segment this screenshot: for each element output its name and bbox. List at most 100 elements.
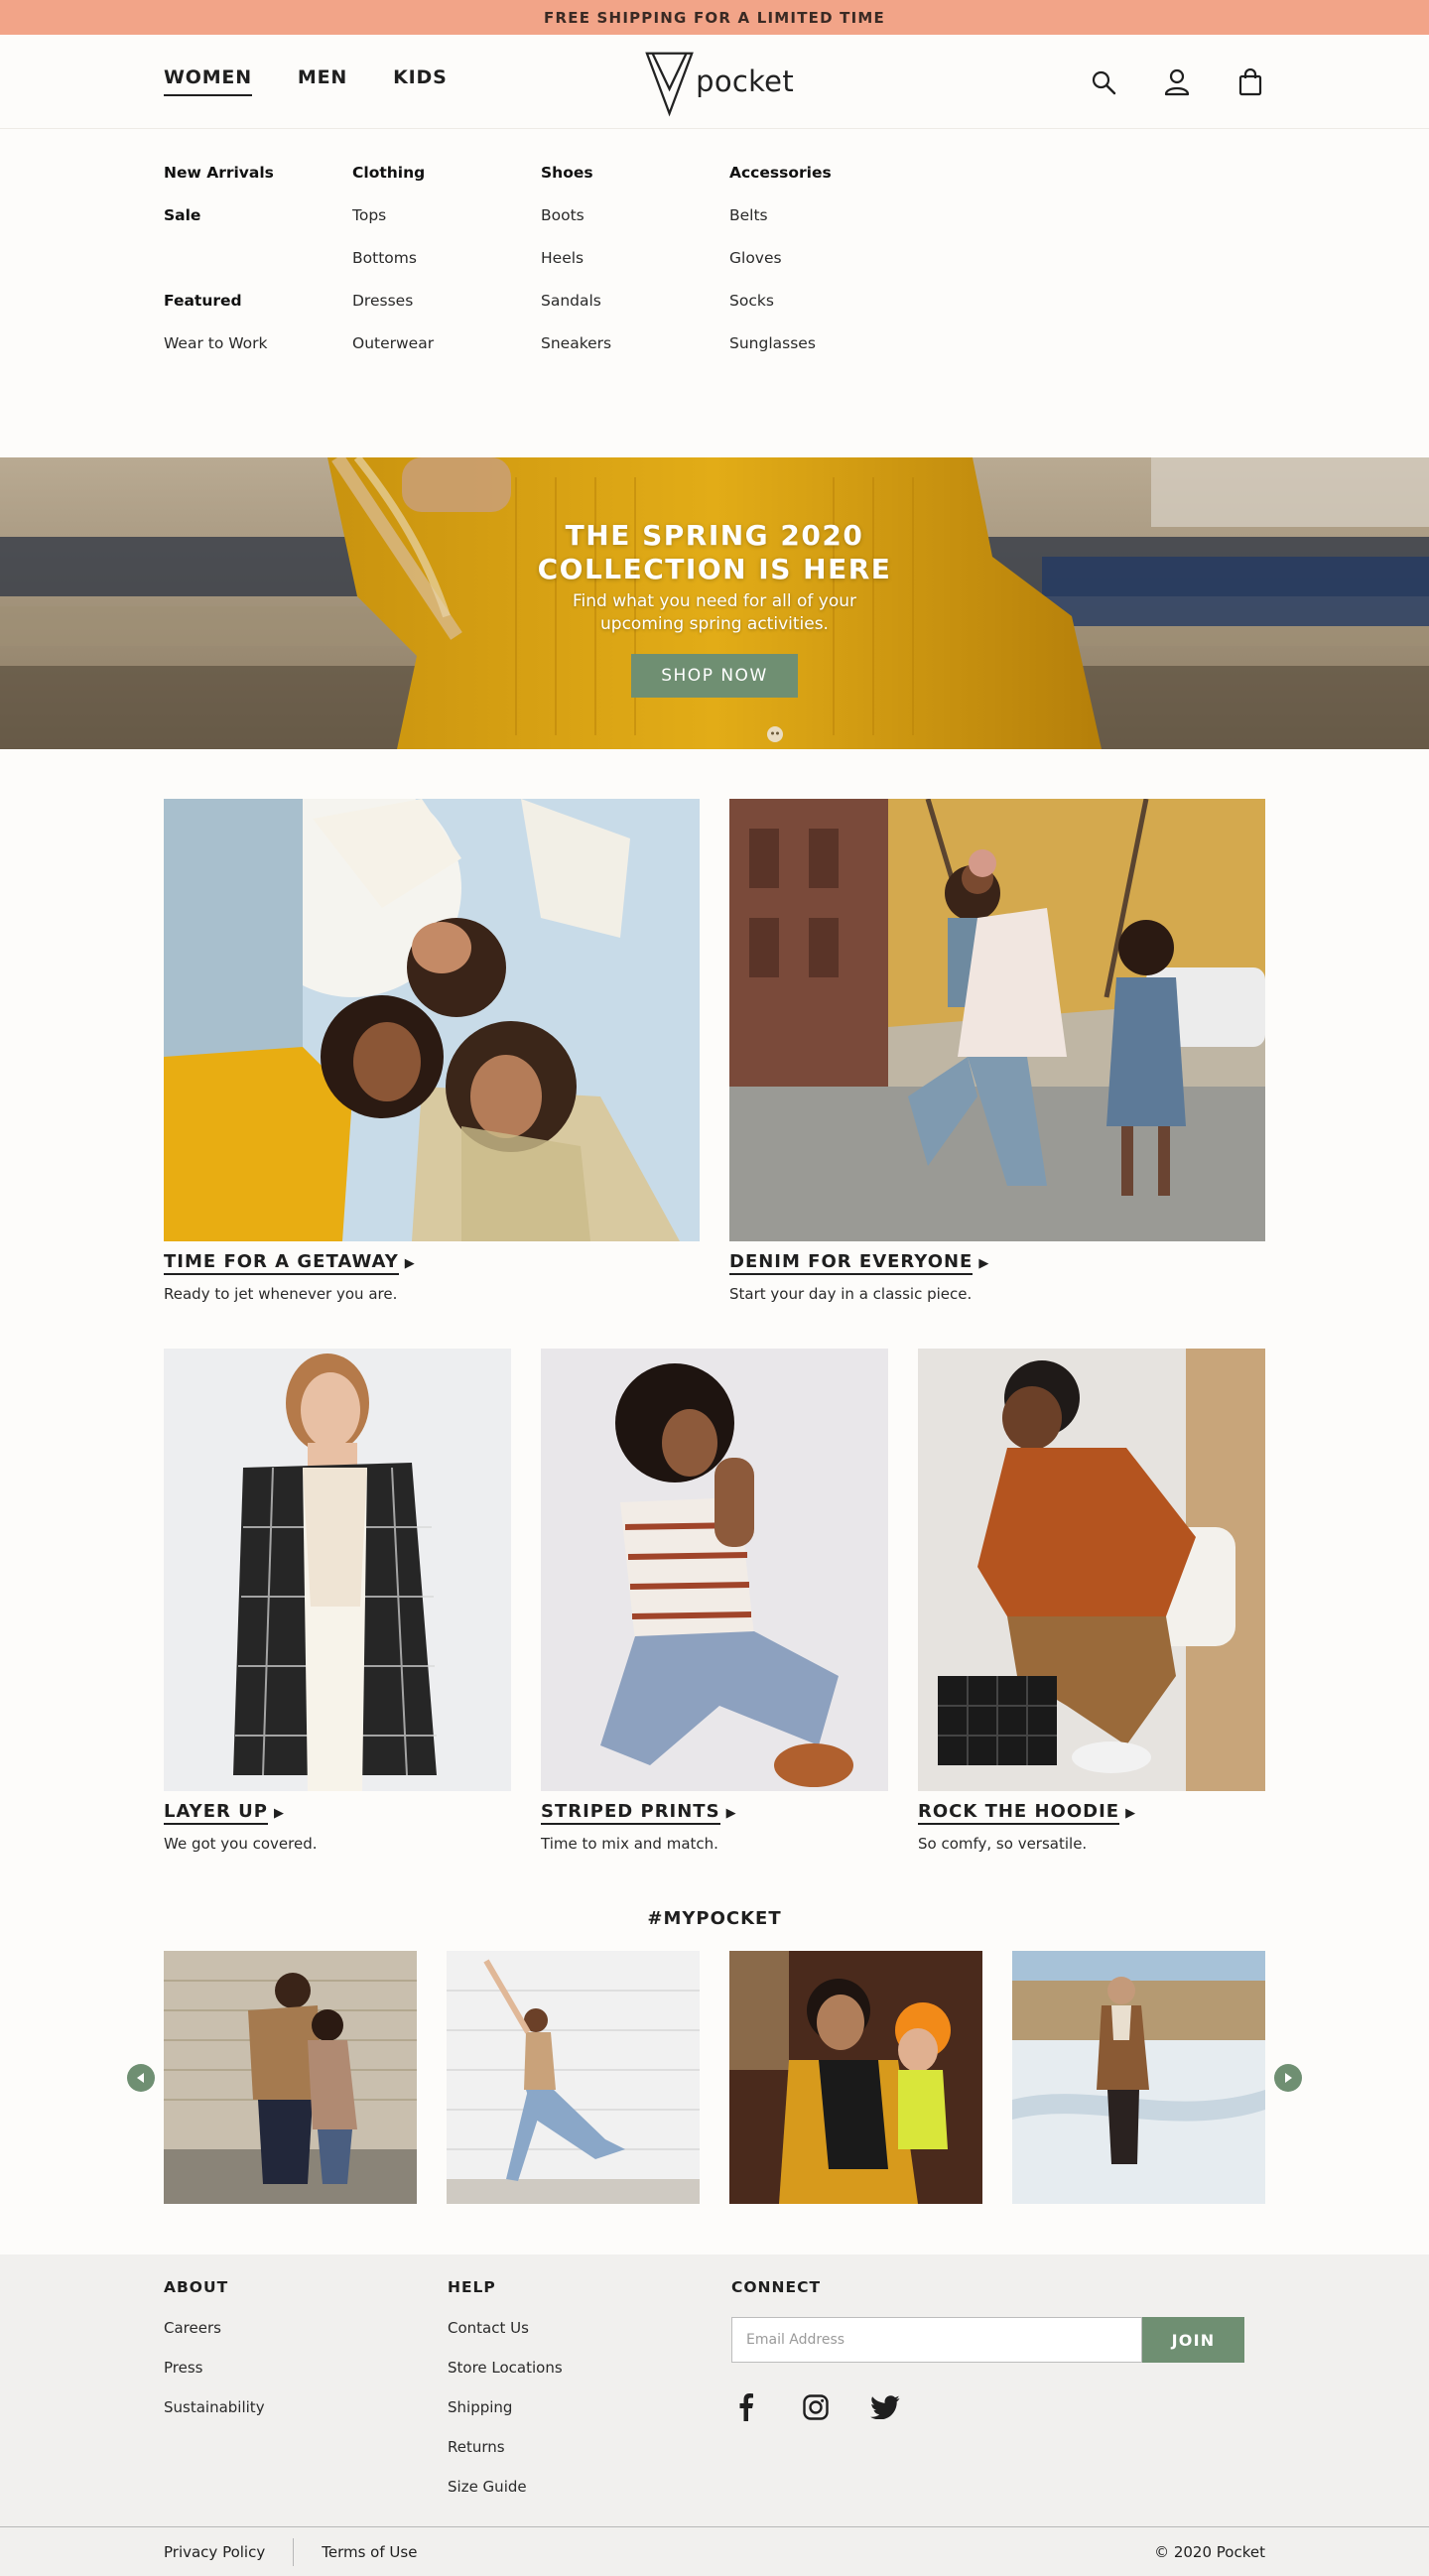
footer-help-heading: HELP bbox=[448, 2278, 496, 2296]
social-photo[interactable] bbox=[1012, 1951, 1265, 2204]
carousel-prev-button[interactable] bbox=[127, 2064, 155, 2092]
feature-title-layer-up[interactable]: LAYER UP bbox=[164, 1801, 268, 1825]
menu-wear-to-work[interactable]: Wear to Work bbox=[164, 333, 352, 376]
feature-subtitle-denim: Start your day in a classic piece. bbox=[729, 1285, 973, 1303]
hero-subtitle: Find what you need for all of your upcom… bbox=[573, 591, 856, 634]
denim-image[interactable] bbox=[729, 799, 1265, 1241]
instagram-icon[interactable] bbox=[801, 2392, 831, 2422]
footer-link-stores[interactable]: Store Locations bbox=[448, 2359, 731, 2398]
newsletter-form: JOIN bbox=[731, 2317, 1247, 2363]
featured-three-up: LAYER UP ▶ We got you covered. STRIPED PR… bbox=[0, 1349, 1429, 1853]
main-nav: WOMEN MEN KIDS bbox=[164, 66, 448, 96]
menu-sunglasses[interactable]: Sunglasses bbox=[729, 333, 918, 376]
arrow-right-icon: ▶ bbox=[273, 1806, 284, 1821]
facebook-icon[interactable] bbox=[731, 2392, 761, 2422]
footer-connect: CONNECT JOIN bbox=[731, 2278, 1247, 2517]
mega-menu: New Arrivals Sale Featured Wear to Work … bbox=[0, 129, 1429, 457]
menu-dresses[interactable]: Dresses bbox=[352, 291, 541, 333]
feature-card-hoodie[interactable]: ROCK THE HOODIE ▶ So comfy, so versatile. bbox=[918, 1349, 1265, 1853]
getaway-image[interactable] bbox=[164, 799, 700, 1241]
menu-shoes-heading[interactable]: Shoes bbox=[541, 163, 729, 205]
feature-subtitle-layer-up: We got you covered. bbox=[164, 1835, 318, 1853]
menu-heels[interactable]: Heels bbox=[541, 248, 729, 291]
striped-prints-image[interactable] bbox=[541, 1349, 888, 1791]
menu-belts[interactable]: Belts bbox=[729, 205, 918, 248]
arrow-right-icon: ▶ bbox=[725, 1806, 736, 1821]
menu-featured-heading[interactable]: Featured bbox=[164, 291, 352, 333]
privacy-policy-link[interactable]: Privacy Policy bbox=[164, 2543, 265, 2561]
menu-outerwear[interactable]: Outerwear bbox=[352, 333, 541, 376]
menu-new-arrivals[interactable]: New Arrivals bbox=[164, 163, 352, 205]
carousel-track bbox=[0, 1951, 1429, 2204]
account-icon[interactable] bbox=[1162, 67, 1192, 97]
footer-link-shipping[interactable]: Shipping bbox=[448, 2398, 731, 2438]
button-detail-icon bbox=[767, 726, 783, 742]
hero-banner: THE SPRING 2020 COLLECTION IS HERE Find … bbox=[0, 457, 1429, 749]
menu-socks[interactable]: Socks bbox=[729, 291, 918, 333]
feature-card-getaway[interactable]: TIME FOR A GETAWAY ▶ Ready to jet wheneve… bbox=[164, 799, 700, 1303]
feature-title-getaway[interactable]: TIME FOR A GETAWAY bbox=[164, 1251, 399, 1275]
mega-col-shoes: Shoes Boots Heels Sandals Sneakers bbox=[541, 163, 729, 457]
shop-now-button[interactable]: SHOP NOW bbox=[631, 654, 798, 698]
hoodie-image[interactable] bbox=[918, 1349, 1265, 1791]
feature-title-hoodie[interactable]: ROCK THE HOODIE bbox=[918, 1801, 1120, 1825]
feature-title-striped[interactable]: STRIPED PRINTS bbox=[541, 1801, 720, 1825]
site-footer: ABOUT Careers Press Sustainability HELP … bbox=[0, 2254, 1429, 2576]
footer-connect-heading: CONNECT bbox=[731, 2278, 822, 2296]
footer-divider bbox=[293, 2537, 295, 2566]
hero-title-line1: THE SPRING 2020 bbox=[565, 519, 864, 552]
mega-col-accessories: Accessories Belts Gloves Socks Sunglasse… bbox=[729, 163, 918, 457]
footer-link-size-guide[interactable]: Size Guide bbox=[448, 2478, 731, 2517]
mega-col-clothing: Clothing Tops Bottoms Dresses Outerwear bbox=[352, 163, 541, 457]
carousel-next-button[interactable] bbox=[1274, 2064, 1302, 2092]
twitter-icon[interactable] bbox=[870, 2392, 900, 2422]
header-icons bbox=[1089, 35, 1265, 129]
footer-help: HELP Contact Us Store Locations Shipping… bbox=[448, 2278, 731, 2517]
feature-title-denim[interactable]: DENIM FOR EVERYONE bbox=[729, 1251, 974, 1275]
menu-boots[interactable]: Boots bbox=[541, 205, 729, 248]
menu-bottoms[interactable]: Bottoms bbox=[352, 248, 541, 291]
social-photo[interactable] bbox=[164, 1951, 417, 2204]
feature-card-layer-up[interactable]: LAYER UP ▶ We got you covered. bbox=[164, 1349, 511, 1853]
nav-men[interactable]: MEN bbox=[298, 66, 347, 96]
arrow-right-icon: ▶ bbox=[404, 1256, 415, 1271]
hero-title-line2: COLLECTION IS HERE bbox=[537, 553, 892, 585]
site-header: WOMEN MEN KIDS pocket bbox=[0, 35, 1429, 129]
feature-subtitle-hoodie: So comfy, so versatile. bbox=[918, 1835, 1088, 1853]
feature-subtitle-striped: Time to mix and match. bbox=[541, 1835, 718, 1853]
footer-link-sustainability[interactable]: Sustainability bbox=[164, 2398, 448, 2438]
feature-card-denim[interactable]: DENIM FOR EVERYONE ▶ Start your day in a … bbox=[729, 799, 1265, 1303]
footer-link-careers[interactable]: Careers bbox=[164, 2319, 448, 2359]
search-icon[interactable] bbox=[1089, 67, 1118, 97]
promo-bar: FREE SHIPPING FOR A LIMITED TIME bbox=[0, 0, 1429, 35]
footer-link-press[interactable]: Press bbox=[164, 2359, 448, 2398]
social-section-title: #MYPOCKET bbox=[647, 1908, 782, 1929]
footer-about: ABOUT Careers Press Sustainability bbox=[164, 2278, 448, 2517]
terms-link[interactable]: Terms of Use bbox=[322, 2543, 417, 2561]
menu-clothing-heading[interactable]: Clothing bbox=[352, 163, 541, 205]
menu-sale[interactable]: Sale bbox=[164, 205, 352, 248]
nav-women[interactable]: WOMEN bbox=[164, 66, 252, 96]
feature-subtitle-getaway: Ready to jet whenever you are. bbox=[164, 1285, 398, 1303]
social-photo[interactable] bbox=[447, 1951, 700, 2204]
menu-tops[interactable]: Tops bbox=[352, 205, 541, 248]
footer-about-heading: ABOUT bbox=[164, 2278, 229, 2296]
menu-sneakers[interactable]: Sneakers bbox=[541, 333, 729, 376]
chevron-right-icon bbox=[1285, 2073, 1292, 2083]
nav-kids[interactable]: KIDS bbox=[393, 66, 447, 96]
layer-up-image[interactable] bbox=[164, 1349, 511, 1791]
menu-gloves[interactable]: Gloves bbox=[729, 248, 918, 291]
join-button[interactable]: JOIN bbox=[1142, 2317, 1244, 2363]
feature-card-striped[interactable]: STRIPED PRINTS ▶ Time to mix and match. bbox=[541, 1349, 888, 1853]
social-photo[interactable] bbox=[729, 1951, 982, 2204]
logo[interactable]: pocket bbox=[645, 49, 794, 118]
footer-link-returns[interactable]: Returns bbox=[448, 2438, 731, 2478]
footer-link-contact[interactable]: Contact Us bbox=[448, 2319, 731, 2359]
bag-icon[interactable] bbox=[1235, 67, 1265, 97]
footer-columns: ABOUT Careers Press Sustainability HELP … bbox=[0, 2254, 1429, 2517]
email-field[interactable] bbox=[731, 2317, 1142, 2363]
menu-sandals[interactable]: Sandals bbox=[541, 291, 729, 333]
arrow-right-icon: ▶ bbox=[978, 1256, 989, 1271]
menu-accessories-heading[interactable]: Accessories bbox=[729, 163, 918, 205]
social-links bbox=[731, 2392, 1247, 2422]
